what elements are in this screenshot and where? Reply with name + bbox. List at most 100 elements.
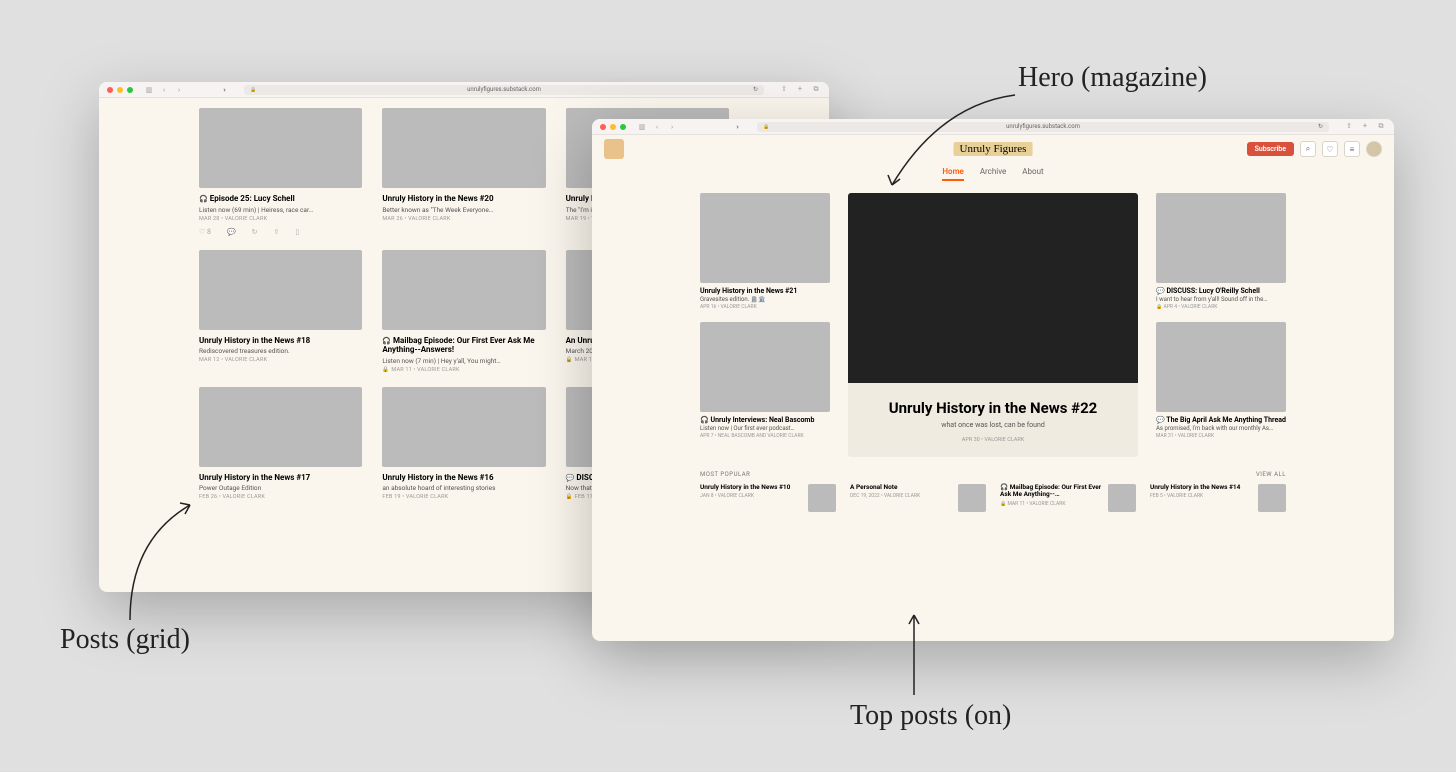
hero-feature-title: Unruly History in the News #22 [889, 399, 1098, 417]
nav-archive[interactable]: Archive [980, 167, 1006, 181]
side-subtitle: Gravesites edition. 🪦🏛️ [700, 296, 830, 303]
post-card[interactable]: Unruly History in the News #20 Better kn… [382, 108, 545, 236]
post-card[interactable]: Unruly History in the News #18 Rediscove… [199, 250, 362, 373]
side-thumbnail [700, 193, 830, 283]
sidebar-toggle-icon[interactable]: ▥ [637, 123, 647, 131]
hero-right-column: 💬 DISCUSS: Lucy O'Reilly Schell I want t… [1156, 193, 1286, 457]
post-thumbnail [199, 250, 362, 330]
hero-feature-meta: APR 30 • VALORIE CLARK [962, 437, 1024, 443]
nav-about[interactable]: About [1022, 167, 1043, 181]
reload-icon[interactable]: ↻ [753, 86, 758, 93]
nav-forward-icon[interactable]: › [174, 86, 184, 94]
post-engagement: ♡ 8 💬 ↻ ⇧ ▯ [199, 228, 362, 236]
headphones-icon: 🎧 [1000, 483, 1008, 491]
sidebar-toggle-icon[interactable]: ▥ [144, 86, 154, 94]
post-meta: MAR 28 • VALORIE CLARK [199, 216, 362, 222]
hero-side-card[interactable]: 💬 DISCUSS: Lucy O'Reilly Schell I want t… [1156, 193, 1286, 310]
shield-icon[interactable]: ◑ [219, 86, 229, 94]
site-title[interactable]: Unruly Figures [954, 142, 1033, 156]
comment-icon: 💬 [1156, 287, 1165, 295]
post-subtitle: an absolute hoard of interesting stories [382, 484, 545, 492]
popular-card[interactable]: Unruly History in the News #14 FEB 5 • V… [1150, 484, 1286, 512]
menu-icon[interactable]: ≡ [1344, 141, 1360, 157]
popular-meta: FEB 5 • VALORIE CLARK [1150, 493, 1252, 499]
browser-chrome: ▥ ‹ › ◑ 🔒 unrulyfigures.substack.com ↻ ⇧… [99, 82, 829, 98]
tabs-icon[interactable]: ⧉ [1376, 122, 1386, 131]
hero-side-card[interactable]: Unruly History in the News #21 Gravesite… [700, 193, 830, 310]
post-subtitle: Listen now (69 min) | Heiress, race car… [199, 206, 362, 214]
side-thumbnail [1156, 322, 1286, 412]
browser-chrome: ▥ ‹ › ◑ 🔒 unrulyfigures.substack.com ↻ ⇧… [592, 119, 1394, 135]
comment-icon: 💬 [1156, 416, 1165, 424]
shield-icon[interactable]: ◑ [732, 123, 742, 131]
post-card[interactable]: Unruly History in the News #17 Power Out… [199, 387, 362, 501]
url-text: unrulyfigures.substack.com [1006, 123, 1080, 130]
side-title: Unruly History in the News #21 [700, 287, 830, 295]
popular-thumbnail [1108, 484, 1136, 512]
nav-forward-icon[interactable]: › [667, 123, 677, 131]
post-meta: FEB 19 • VALORIE CLARK [382, 494, 545, 500]
hero-feature[interactable]: Unruly History in the News #22 what once… [848, 193, 1138, 457]
post-thumbnail [199, 387, 362, 467]
reload-icon[interactable]: ↻ [1318, 123, 1323, 130]
lock-icon: 🔒 [382, 367, 389, 373]
post-subtitle: Listen now (7 min) | Hey y'all, You migh… [382, 357, 545, 365]
view-all-link[interactable]: VIEW ALL [1256, 471, 1286, 478]
side-title: 💬 DISCUSS: Lucy O'Reilly Schell [1156, 287, 1286, 295]
post-title: Unruly History in the News #18 [199, 336, 362, 346]
post-thumbnail [199, 108, 362, 188]
like-button[interactable]: ♡ 8 [199, 228, 211, 236]
popular-title: Unruly History in the News #10 [700, 484, 802, 491]
nav-back-icon[interactable]: ‹ [159, 86, 169, 94]
side-subtitle: As promised, I'm back with our monthly A… [1156, 425, 1286, 432]
post-thumbnail [382, 108, 545, 188]
restack-icon[interactable]: ↻ [252, 228, 258, 236]
address-bar[interactable]: 🔒 unrulyfigures.substack.com ↻ [244, 85, 764, 95]
popular-title: 🎧 Mailbag Episode: Our First Ever Ask Me… [1000, 484, 1102, 499]
side-meta: APR 7 • NEAL BASCOMB AND VALORIE CLARK [700, 433, 830, 439]
popular-card[interactable]: Unruly History in the News #10 JAN 8 • V… [700, 484, 836, 512]
site-logo-icon[interactable] [604, 139, 624, 159]
popular-title: Unruly History in the News #14 [1150, 484, 1252, 491]
traffic-lights[interactable] [107, 87, 133, 93]
bell-icon[interactable]: ♡ [1322, 141, 1338, 157]
avatar[interactable] [1366, 141, 1382, 157]
post-subtitle: Rediscovered treasures edition. [199, 347, 362, 355]
search-icon[interactable]: ⌕ [1300, 141, 1316, 157]
post-meta: FEB 26 • VALORIE CLARK [199, 494, 362, 500]
magazine-body: Unruly Figures Subscribe ⌕ ♡ ≡ Home Arch… [592, 135, 1394, 641]
new-tab-icon[interactable]: + [795, 85, 805, 94]
side-meta: APR 16 • VALORIE CLARK [700, 304, 830, 310]
annotation-top-posts: Top posts (on) [850, 700, 1011, 732]
nav-home[interactable]: Home [942, 167, 963, 181]
post-card[interactable]: Unruly History in the News #16 an absolu… [382, 387, 545, 501]
hero-feature-image [848, 193, 1138, 383]
post-title: 🎧Episode 25: Lucy Schell [199, 194, 362, 204]
hero-side-card[interactable]: 💬 The Big April Ask Me Anything Thread A… [1156, 322, 1286, 439]
new-tab-icon[interactable]: + [1360, 122, 1370, 131]
post-card[interactable]: 🎧Mailbag Episode: Our First Ever Ask Me … [382, 250, 545, 373]
comment-icon: 💬 [566, 474, 575, 482]
address-bar[interactable]: 🔒 unrulyfigures.substack.com ↻ [757, 122, 1329, 132]
subscribe-button[interactable]: Subscribe [1247, 142, 1294, 156]
post-subtitle: Power Outage Edition [199, 484, 362, 492]
comment-icon[interactable]: 💬 [227, 228, 236, 236]
lock-icon: 🔒 [566, 494, 573, 500]
tabs-icon[interactable]: ⧉ [811, 85, 821, 94]
post-card[interactable]: 🎧Episode 25: Lucy Schell Listen now (69 … [199, 108, 362, 236]
popular-meta: DEC 19, 2022 • VALORIE CLARK [850, 493, 952, 499]
traffic-lights[interactable] [600, 124, 626, 130]
bookmark-icon[interactable]: ▯ [295, 228, 299, 236]
lock-icon: 🔒 [250, 87, 256, 93]
popular-card[interactable]: 🎧 Mailbag Episode: Our First Ever Ask Me… [1000, 484, 1136, 512]
post-meta: 🔒MAR 11 • VALORIE CLARK [382, 367, 545, 373]
nav-back-icon[interactable]: ‹ [652, 123, 662, 131]
share-icon[interactable]: ⇧ [1344, 122, 1354, 131]
popular-card[interactable]: A Personal Note DEC 19, 2022 • VALORIE C… [850, 484, 986, 512]
hero-side-card[interactable]: 🎧 Unruly Interviews: Neal Bascomb Listen… [700, 322, 830, 439]
side-subtitle: Listen now | Our first ever podcast… [700, 425, 830, 432]
hero-left-column: Unruly History in the News #21 Gravesite… [700, 193, 830, 457]
side-thumbnail [700, 322, 830, 412]
share-icon[interactable]: ⇧ [779, 85, 789, 94]
share-icon[interactable]: ⇧ [274, 228, 280, 236]
